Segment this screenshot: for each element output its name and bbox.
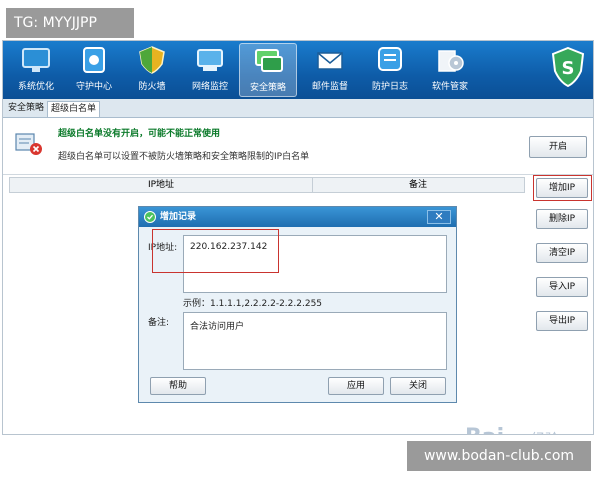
dialog-close-button[interactable]: 关闭: [390, 377, 446, 395]
delete-ip-button[interactable]: 删除IP: [536, 209, 588, 229]
whitelist-warning-text: 超级白名单没有开启，可能不能正常使用: [58, 129, 221, 139]
ip-input-highlight-box: [152, 229, 279, 273]
firewall-shield-icon: [139, 46, 165, 74]
dialog-app-icon: [144, 211, 156, 223]
guard-icon: [83, 47, 105, 73]
note-label: 备注:: [148, 318, 170, 328]
add-ip-highlight-box: [533, 175, 592, 201]
toolbar-item-software-manager[interactable]: 软件管家: [421, 43, 479, 97]
import-ip-button[interactable]: 导入IP: [536, 277, 588, 297]
top-watermark-tag: TG: MYYJJPP: [6, 8, 134, 38]
toolbar-item-guard-center[interactable]: 守护中心: [65, 43, 123, 97]
add-record-dialog: 增加记录 ✕ IP地址: 220.162.237.142 示例：1.1.1.1,…: [138, 206, 457, 403]
ip-format-example: 示例：1.1.1.1,2.2.2.2-2.2.2.255: [183, 299, 323, 309]
monitor-icon: [22, 48, 50, 72]
dialog-close-icon[interactable]: ✕: [427, 210, 451, 224]
tab-bar: 安全策略 超级白名单: [3, 99, 593, 118]
security-policy-icon: [255, 49, 283, 72]
tab-super-whitelist[interactable]: 超级白名单: [47, 101, 101, 117]
app-logo-shield-icon: S: [551, 47, 585, 87]
whitelist-disabled-icon: [15, 133, 42, 155]
whitelist-info-panel: 超级白名单没有开启，可能不能正常使用 超级白名单可以设置不被防火墙策略和安全策略…: [3, 118, 593, 175]
apply-button[interactable]: 应用: [328, 377, 384, 395]
toolbar-item-firewall[interactable]: 防火墙: [123, 43, 181, 97]
bottom-watermark-tag: www.bodan-club.com: [407, 441, 591, 471]
software-icon: [438, 50, 464, 72]
column-ip-address[interactable]: IP地址: [10, 178, 313, 192]
mail-icon: [317, 52, 343, 70]
log-icon: [378, 47, 402, 71]
whitelist-description: 超级白名单可以设置不被防火墙策略和安全策略限制的IP白名单: [58, 152, 310, 162]
help-button[interactable]: 帮助: [150, 377, 206, 395]
toolbar-item-security-policy[interactable]: 安全策略: [239, 43, 297, 97]
clear-ip-button[interactable]: 清空IP: [536, 243, 588, 263]
main-toolbar: 系统优化 守护中心 防火墙 网络监控 安全策略 邮件监督 防护日志 软件管家 S: [3, 41, 593, 99]
baidu-jingyan-watermark: 经验: [531, 429, 559, 434]
logo-letter: S: [562, 58, 575, 79]
toolbar-item-network-monitor[interactable]: 网络监控: [181, 43, 239, 97]
dialog-title: 增加记录: [160, 212, 197, 222]
network-monitor-icon: [197, 49, 223, 71]
column-note[interactable]: 备注: [312, 178, 524, 192]
dialog-title-bar: 增加记录 ✕: [139, 207, 456, 227]
enable-whitelist-button[interactable]: 开启: [529, 136, 587, 158]
export-ip-button[interactable]: 导出IP: [536, 311, 588, 331]
whitelist-table-header: IP地址 备注: [9, 177, 525, 193]
note-input[interactable]: 合法访问用户: [183, 312, 447, 370]
toolbar-item-protection-log[interactable]: 防护日志: [361, 43, 419, 97]
baidu-watermark: Bai: [465, 425, 504, 434]
toolbar-item-system-optimize[interactable]: 系统优化: [7, 43, 65, 97]
tab-security-policy[interactable]: 安全策略: [5, 101, 47, 116]
toolbar-item-mail-monitor[interactable]: 邮件监督: [301, 43, 359, 97]
